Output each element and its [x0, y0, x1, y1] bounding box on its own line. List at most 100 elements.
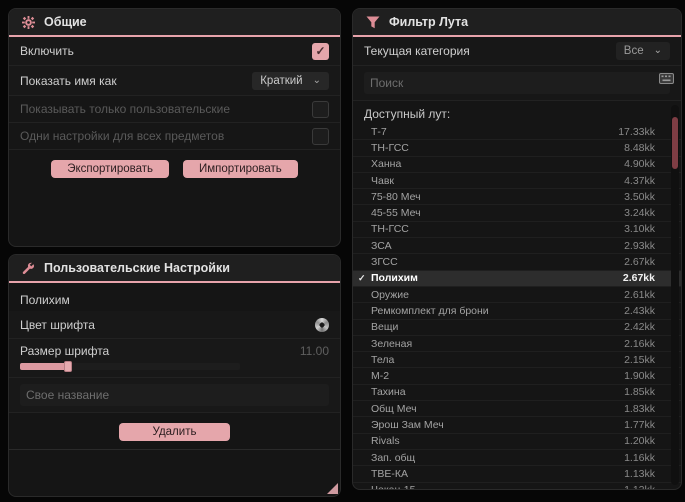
general-title: Общие	[44, 15, 87, 29]
show-name-combo[interactable]: Краткий ⌄	[252, 71, 329, 90]
loot-item-name: Ремкомплект для брони	[371, 304, 489, 317]
delete-row: Удалить	[9, 413, 340, 441]
loot-filter-window: Фильтр Лута Текущая категория Все ⌄ Дост…	[352, 8, 682, 490]
loot-item-row[interactable]: ✓ ЗСА 2.93kk	[353, 238, 681, 255]
loot-item-name: Эрош Зам Меч	[371, 418, 444, 431]
enable-checkbox[interactable]: ✓	[312, 42, 329, 60]
loot-item-row[interactable]: ✓ Зап. общ 1.16kk	[353, 450, 681, 467]
loot-item-name: 45-55 Меч	[371, 207, 421, 220]
loot-item-name: Зеленая	[371, 337, 413, 350]
loot-item-name: Зап. общ	[371, 451, 416, 464]
loot-item-row[interactable]: ✓ ТН-ГСС 8.48kk	[353, 140, 681, 157]
user-settings-titlebar[interactable]: Пользовательские Настройки	[9, 255, 340, 281]
loot-item-value: 2.61kk	[624, 288, 655, 301]
loot-item-name: Тела	[371, 353, 395, 366]
loot-item-row[interactable]: ✓ Чавк 4.37kk	[353, 173, 681, 190]
loot-item-name: М-2	[371, 370, 390, 383]
loot-item-name: Тахина	[371, 386, 406, 399]
color-wheel-icon[interactable]	[315, 317, 329, 332]
loot-item-value: 1.16kk	[624, 451, 655, 464]
only-custom-checkbox[interactable]	[312, 100, 329, 118]
font-size-slider[interactable]	[20, 361, 240, 372]
loot-item-name: Оружие	[371, 288, 409, 301]
font-size-value: 11.00	[299, 344, 329, 358]
loot-item-row[interactable]: ✓ Оружие 2.61kk	[353, 287, 681, 304]
loot-item-name: Чекан-15	[371, 484, 415, 489]
scrollbar[interactable]	[671, 105, 679, 485]
loot-item-name: Т-7	[371, 125, 387, 138]
loot-item-row[interactable]: ✓ Общ Меч 1.83kk	[353, 401, 681, 418]
loot-item-value: 1.90kk	[624, 370, 655, 383]
loot-item-value: 2.67kk	[624, 256, 655, 269]
loot-item-row[interactable]: ✓ Полихим 2.67kk	[353, 270, 681, 287]
user-settings-window: Пользовательские Настройки Полихим Цвет …	[8, 254, 341, 497]
custom-name-input[interactable]	[20, 384, 329, 406]
category-combo[interactable]: Все ⌄	[615, 42, 670, 60]
show-name-row: Показать имя как Краткий ⌄	[9, 66, 340, 96]
loot-item-value: 1.83kk	[624, 402, 655, 415]
available-loot-label: Доступный лут:	[364, 107, 451, 121]
loot-item-row[interactable]: ✓ М-2 1.90kk	[353, 368, 681, 385]
loot-item-value: 2.42kk	[624, 321, 655, 334]
loot-item-row[interactable]: ✓ Вещи 2.42kk	[353, 320, 681, 336]
show-name-combo-value: Краткий	[260, 74, 303, 87]
loot-item-name: Общ Меч	[371, 402, 417, 415]
loot-item-value: 2.16kk	[624, 337, 655, 350]
loot-item-value: 2.43kk	[624, 304, 655, 317]
loot-item-value: 17.33kk	[618, 125, 655, 138]
loot-item-value: 1.85kk	[624, 386, 655, 399]
loot-list: ✓ Т-7 17.33kk ✓ ТН-ГСС 8.48kk ✓ Ханна 4.…	[353, 124, 681, 489]
resize-grip[interactable]	[327, 483, 338, 494]
loot-item-row[interactable]: ✓ Тела 2.15kk	[353, 352, 681, 369]
same-settings-checkbox[interactable]	[312, 127, 329, 145]
export-button[interactable]: Экспортировать	[51, 160, 169, 178]
loot-item-name: Вещи	[371, 321, 399, 334]
keyboard-icon[interactable]	[659, 71, 674, 89]
loot-item-row[interactable]: ✓ Ханна 4.90kk	[353, 157, 681, 173]
loot-item-row[interactable]: ✓ ЗГСС 2.67kk	[353, 254, 681, 271]
loot-item-value: 1.20kk	[624, 435, 655, 448]
enable-label: Включить	[20, 44, 74, 58]
same-settings-row: Одни настройки для всех предметов	[9, 123, 340, 150]
custom-name-row	[9, 378, 340, 413]
font-size-label: Размер шрифта	[20, 344, 110, 358]
enable-row: Включить ✓	[9, 37, 340, 66]
user-settings-title: Пользовательские Настройки	[44, 261, 230, 275]
general-titlebar[interactable]: Общие	[9, 9, 340, 35]
loot-item-row[interactable]: ✓ Rivals 1.20kk	[353, 434, 681, 450]
loot-item-row[interactable]: ✓ ТН-ГСС 3.10kk	[353, 222, 681, 239]
chevron-down-icon: ⌄	[312, 74, 321, 86]
font-color-label: Цвет шрифта	[20, 317, 95, 332]
category-label: Текущая категория	[364, 44, 470, 58]
loot-item-name: ТН-ГСС	[371, 141, 409, 154]
loot-item-name: Чавк	[371, 174, 395, 187]
loot-item-row[interactable]: ✓ ТВЕ-КА 1.13kk	[353, 466, 681, 483]
font-color-row: Цвет шрифта	[9, 311, 340, 339]
import-button[interactable]: Импортировать	[183, 160, 298, 178]
selected-item-name: Полихим	[20, 293, 70, 307]
check-icon: ✓	[358, 272, 366, 283]
loot-item-row[interactable]: ✓ Чекан-15 1.12kk	[353, 483, 681, 489]
loot-filter-titlebar[interactable]: Фильтр Лута	[353, 9, 681, 35]
slider-grab[interactable]	[64, 361, 72, 372]
loot-filter-title: Фильтр Лута	[389, 15, 469, 29]
loot-item-value: 4.90kk	[624, 158, 655, 171]
divider	[9, 449, 340, 450]
loot-item-row[interactable]: ✓ Т-7 17.33kk	[353, 124, 681, 141]
font-size-row: Размер шрифта 11.00	[9, 339, 340, 378]
loot-item-row[interactable]: ✓ Зеленая 2.16kk	[353, 336, 681, 353]
scrollbar-grab[interactable]	[672, 117, 678, 169]
loot-item-row[interactable]: ✓ 75-80 Меч 3.50kk	[353, 189, 681, 206]
loot-item-row[interactable]: ✓ Эрош Зам Меч 1.77kk	[353, 417, 681, 434]
delete-button[interactable]: Удалить	[118, 423, 231, 441]
loot-item-row[interactable]: ✓ Тахина 1.85kk	[353, 385, 681, 402]
same-settings-label: Одни настройки для всех предметов	[20, 129, 225, 143]
chevron-down-icon: ⌄	[653, 45, 662, 56]
loot-item-value: 3.10kk	[624, 223, 655, 236]
loot-item-row[interactable]: ✓ Ремкомплект для брони 2.43kk	[353, 303, 681, 320]
general-window: Общие Включить ✓ Показать имя как Кратки…	[8, 8, 341, 247]
search-input[interactable]	[364, 72, 670, 94]
loot-item-row[interactable]: ✓ 45-55 Меч 3.24kk	[353, 205, 681, 222]
wrench-icon	[22, 262, 35, 275]
loot-item-value: 1.13kk	[624, 467, 655, 480]
